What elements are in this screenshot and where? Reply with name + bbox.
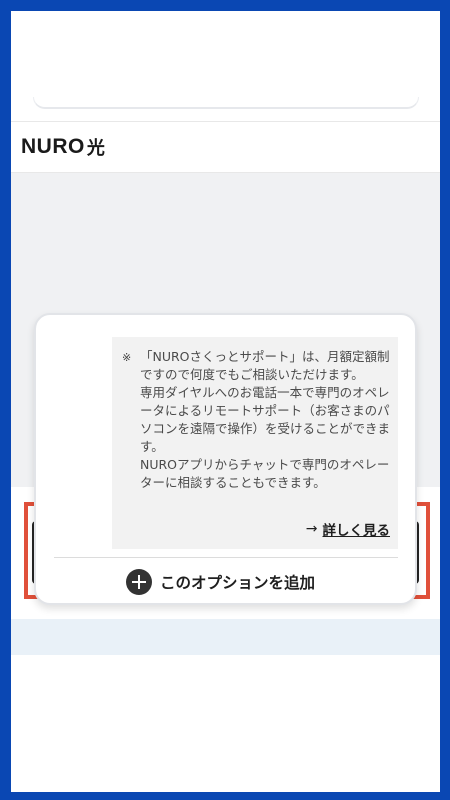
previous-card-edge xyxy=(33,97,419,109)
plus-circle-icon xyxy=(126,569,152,595)
note-text: 「NUROさくっとサポート」は、月額定額制ですので何度でもご相談いただけます。 … xyxy=(140,349,391,490)
logo-kanji: 光 xyxy=(86,138,105,159)
add-option-label: このオプションを追加 xyxy=(160,574,316,592)
option-card: ※ 「NUROさくっとサポート」は、月額定額制ですので何度でもご相談いただけます… xyxy=(34,313,417,605)
card-divider xyxy=(54,557,398,558)
add-option-button[interactable]: このオプションを追加 xyxy=(126,569,315,595)
content-background: ※ 「NUROさくっとサポート」は、月額定額制ですので何度でもご相談いただけます… xyxy=(11,173,440,605)
arrow-right-icon: → xyxy=(305,521,318,537)
nuro-logo[interactable]: NURO 光 xyxy=(21,134,105,160)
screen: NURO 光 ※ 「NUROさくっとサポート」は、月額定額制ですので何度でもご相… xyxy=(11,11,440,792)
note-mark: ※ xyxy=(122,351,132,364)
site-header: NURO 光 xyxy=(11,121,440,173)
logo-text: NURO xyxy=(21,135,85,158)
details-link-label: 詳しく見る xyxy=(322,523,391,539)
note-box: ※ 「NUROさくっとサポート」は、月額定額制ですので何度でもご相談いただけます… xyxy=(112,337,398,549)
bottom-band xyxy=(11,619,440,655)
details-link[interactable]: → 詳しく見る xyxy=(306,519,390,539)
